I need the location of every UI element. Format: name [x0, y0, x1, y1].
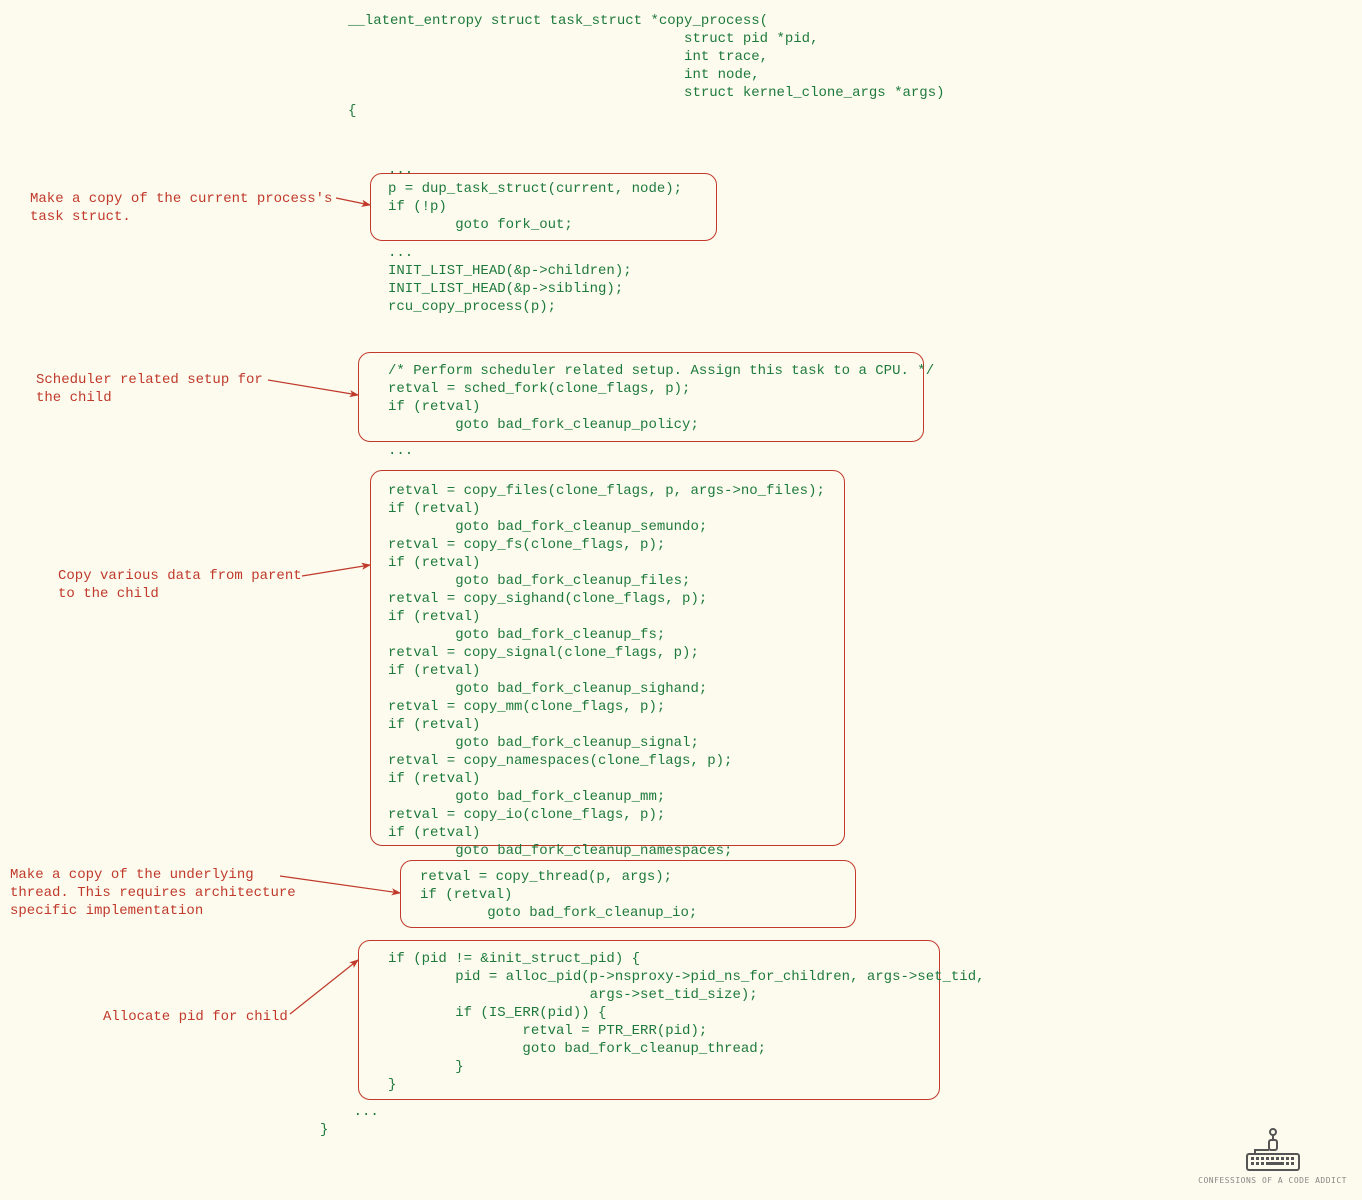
watermark-text: CONFESSIONS OF A CODE ADDICT — [1198, 1176, 1347, 1185]
arrows-svg — [0, 0, 1362, 1200]
watermark: CONFESSIONS OF A CODE ADDICT — [1198, 1126, 1347, 1185]
keyboard-icon — [1243, 1126, 1303, 1172]
